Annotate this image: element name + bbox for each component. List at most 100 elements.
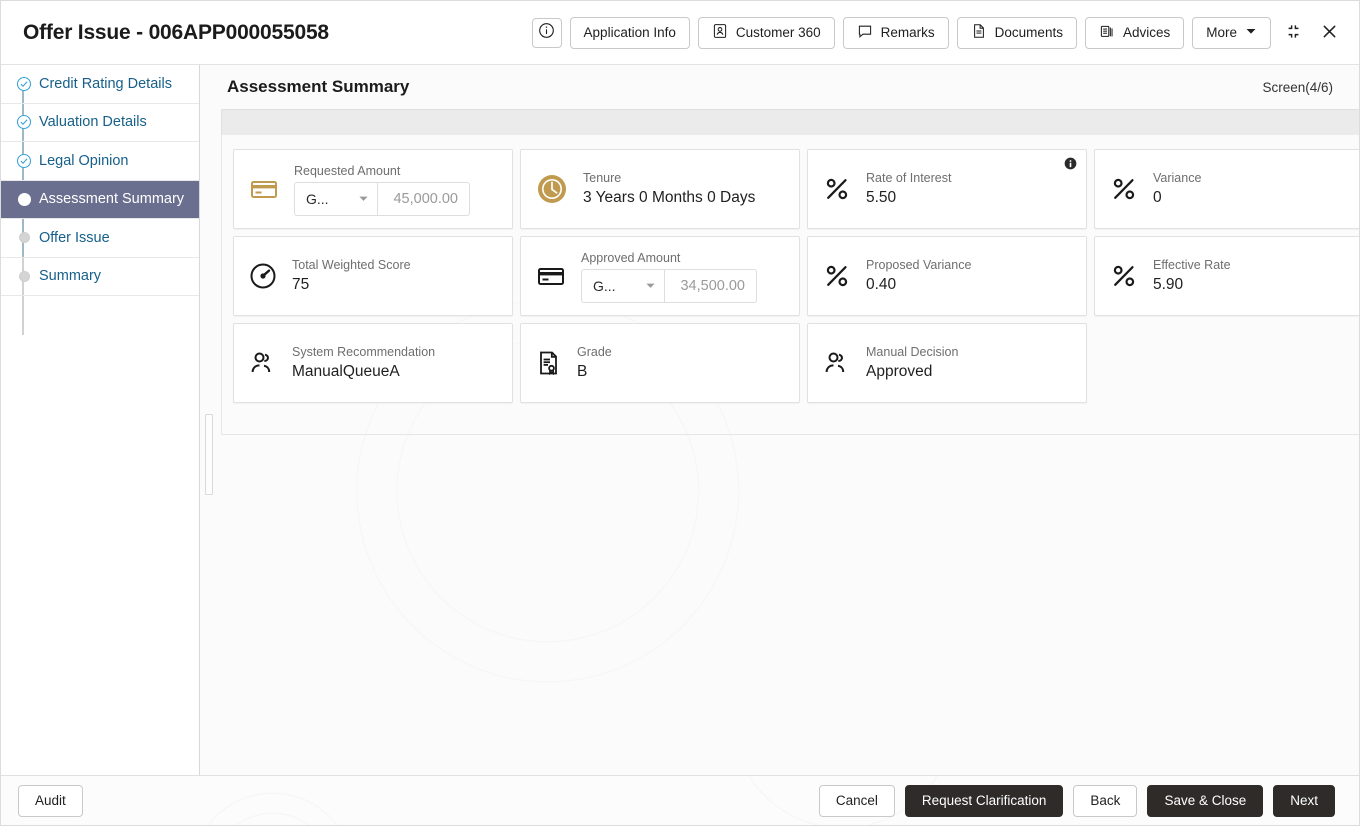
sidebar-item-label: Assessment Summary xyxy=(39,191,185,207)
next-button[interactable]: Next xyxy=(1273,784,1335,817)
titlebar-actions: Application Info Customer 360 Remarks Do… xyxy=(531,16,1343,49)
check-circle-icon xyxy=(15,113,33,131)
card-body: Proposed Variance 0.40 xyxy=(866,256,971,296)
request-clarification-button[interactable]: Request Clarification xyxy=(904,784,1064,817)
sidebar-item-label: Legal Opinion xyxy=(39,152,129,169)
currency-select[interactable]: G... xyxy=(294,182,378,217)
chevron-down-icon xyxy=(645,278,656,294)
comment-icon xyxy=(857,23,873,42)
footer-right-actions: Cancel Request Clarification Back Save &… xyxy=(818,784,1335,817)
stage-sidebar: Credit Rating Details Valuation Details xyxy=(1,65,200,775)
percent-icon xyxy=(1109,174,1139,204)
remarks-button[interactable]: Remarks xyxy=(842,16,949,49)
card-body: Requested Amount G... 45,000.00 xyxy=(294,162,470,217)
card-value: ManualQueueA xyxy=(292,362,400,380)
card-label: Total Weighted Score xyxy=(292,258,411,273)
card-body: Approved Amount G... 34,500.00 xyxy=(581,249,757,304)
clock-icon xyxy=(535,172,569,206)
sidebar-item-valuation-details[interactable]: Valuation Details xyxy=(1,104,199,142)
card-body: Grade B xyxy=(577,343,612,383)
sidebar-item-legal-opinion[interactable]: Legal Opinion xyxy=(1,142,199,181)
percent-icon xyxy=(822,261,852,291)
card-label: Grade xyxy=(577,345,612,360)
check-circle-icon xyxy=(15,152,33,170)
sidebar-item-summary[interactable]: Summary xyxy=(1,258,199,296)
screen-title: Assessment Summary xyxy=(227,77,410,96)
card-label: Manual Decision xyxy=(866,345,959,360)
certificate-icon xyxy=(535,349,563,377)
card-value: 0.40 xyxy=(866,275,897,293)
collapse-icon xyxy=(1285,23,1302,43)
card-value: 75 xyxy=(292,275,310,293)
card-label: Approved Amount xyxy=(581,250,681,265)
sidebar-item-assessment-summary[interactable]: Assessment Summary xyxy=(1,180,199,219)
pending-step-dot-icon xyxy=(15,267,33,285)
amount-value: 45,000.00 xyxy=(393,191,458,208)
card-requested-amount: Requested Amount G... 45,000.00 xyxy=(233,149,513,229)
card-body: Rate of Interest 5.50 xyxy=(866,169,951,209)
screen-counter: Screen(4/6) xyxy=(1262,79,1333,95)
card-value: 0 xyxy=(1153,188,1162,206)
page-title: Offer Issue - 006APP000055058 xyxy=(23,20,329,44)
card-body: Manual Decision Approved xyxy=(866,343,958,383)
advices-icon xyxy=(1099,23,1115,42)
card-label: Variance xyxy=(1153,171,1202,186)
content-scrollbar[interactable] xyxy=(205,414,213,495)
sidebar-item-credit-rating-details[interactable]: Credit Rating Details xyxy=(1,65,199,104)
credit-card-icon xyxy=(248,173,280,205)
chevron-down-icon xyxy=(358,191,369,207)
amount-field[interactable]: 34,500.00 xyxy=(665,269,757,304)
amount-group: G... 45,000.00 xyxy=(294,182,470,217)
assessment-summary-panel: Requested Amount G... 45,000.00 Tenure 3… xyxy=(221,135,1359,435)
back-button[interactable]: Back xyxy=(1073,784,1138,817)
application-info-button[interactable]: Application Info xyxy=(569,16,690,49)
sidebar-item-offer-issue[interactable]: Offer Issue xyxy=(1,219,199,258)
card-row: Requested Amount G... 45,000.00 Tenure 3… xyxy=(233,149,1359,229)
close-icon xyxy=(1321,23,1338,43)
card-row: System Recommendation ManualQueueA Grade… xyxy=(233,323,1348,403)
info-icon[interactable] xyxy=(1064,157,1077,175)
customer-360-button[interactable]: Customer 360 xyxy=(697,16,835,49)
active-step-dot-icon xyxy=(15,190,33,208)
panel-top-strip xyxy=(221,109,1359,135)
pending-step-dot-icon xyxy=(15,229,33,247)
card-body: System Recommendation ManualQueueA xyxy=(292,343,435,383)
amount-field[interactable]: 45,000.00 xyxy=(378,182,470,217)
window-titlebar: Offer Issue - 006APP000055058 Applicatio… xyxy=(1,1,1359,65)
card-body: Variance 0 xyxy=(1153,169,1201,209)
card-value: B xyxy=(577,362,588,380)
footer-action-bar: Audit Cancel Request Clarification Back … xyxy=(1,775,1359,825)
card-body: Total Weighted Score 75 xyxy=(292,256,411,296)
card-variance: Variance 0 xyxy=(1094,149,1359,229)
sidebar-item-label: Credit Rating Details xyxy=(39,75,172,92)
screen-header: Assessment Summary Screen(4/6) xyxy=(200,65,1359,109)
card-rate-of-interest: Rate of Interest 5.50 xyxy=(807,149,1087,229)
card-label: Rate of Interest xyxy=(866,171,952,186)
card-effective-rate: Effective Rate 5.90 xyxy=(1094,236,1359,316)
gauge-icon xyxy=(248,261,278,291)
save-and-close-button[interactable]: Save & Close xyxy=(1147,784,1264,817)
currency-value: G... xyxy=(306,191,329,208)
card-value: 5.90 xyxy=(1153,275,1184,293)
card-label: Effective Rate xyxy=(1153,258,1231,273)
card-system-recommendation: System Recommendation ManualQueueA xyxy=(233,323,513,403)
info-button[interactable] xyxy=(531,17,562,48)
audit-button[interactable]: Audit xyxy=(18,784,83,817)
card-proposed-variance: Proposed Variance 0.40 xyxy=(807,236,1087,316)
more-button[interactable]: More xyxy=(1192,16,1271,49)
card-label: Requested Amount xyxy=(294,163,401,178)
id-card-icon xyxy=(712,23,728,42)
minimize-button[interactable] xyxy=(1279,19,1307,47)
close-button[interactable] xyxy=(1315,19,1343,47)
panel-scroll-region: Requested Amount G... 45,000.00 Tenure 3… xyxy=(200,109,1359,775)
document-icon xyxy=(971,23,987,42)
cancel-button[interactable]: Cancel xyxy=(818,784,895,817)
body-container: Credit Rating Details Valuation Details xyxy=(1,65,1359,775)
card-row: Total Weighted Score 75 Approved Amount … xyxy=(233,236,1359,316)
info-circle-icon xyxy=(538,22,555,44)
percent-icon xyxy=(822,174,852,204)
advices-button[interactable]: Advices xyxy=(1084,16,1185,49)
currency-select[interactable]: G... xyxy=(581,269,665,304)
card-label: System Recommendation xyxy=(292,345,436,360)
documents-button[interactable]: Documents xyxy=(956,16,1077,49)
